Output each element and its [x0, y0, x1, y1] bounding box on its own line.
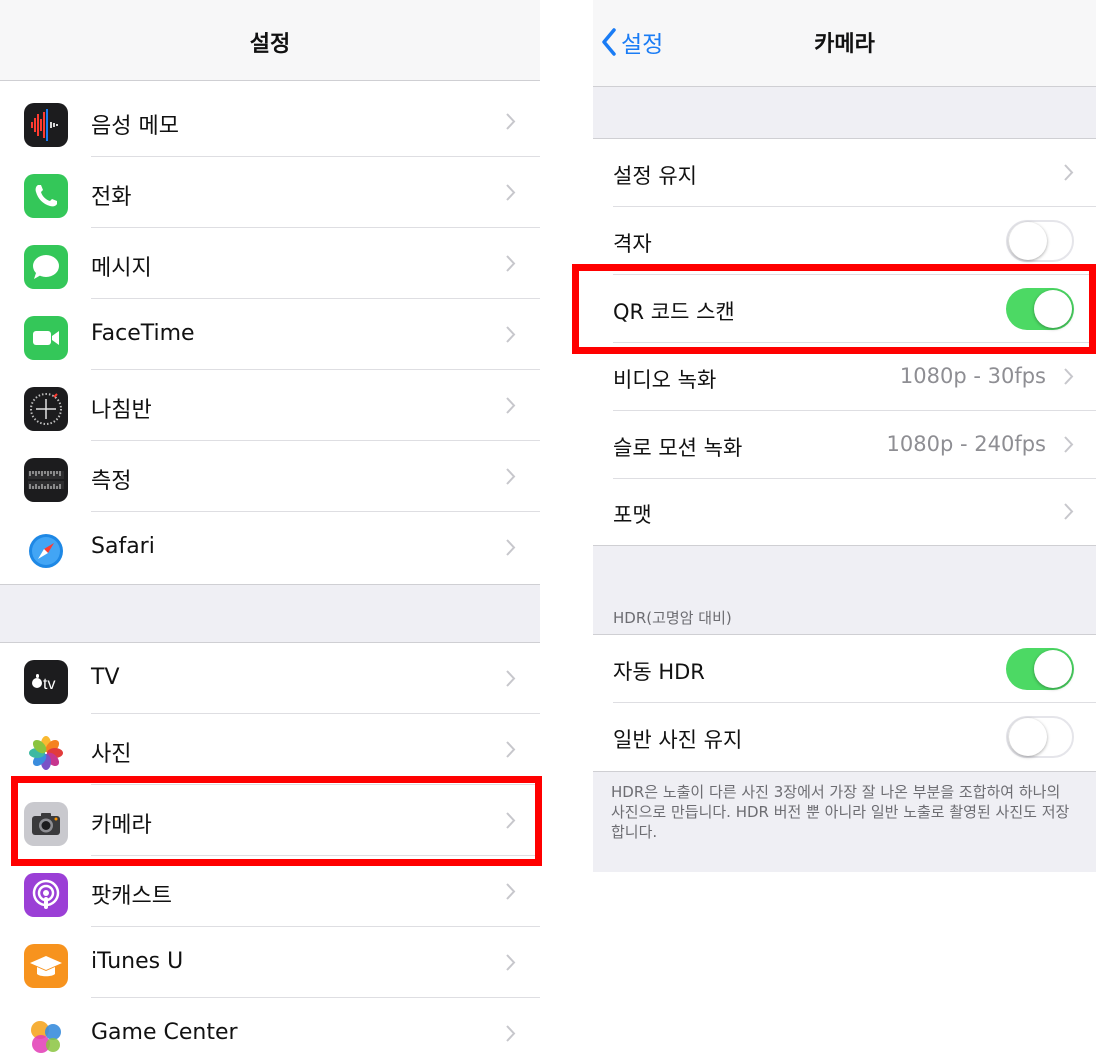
chevron-right-icon [506, 883, 516, 900]
hdr-footnote: HDR은 노출이 다른 사진 3장에서 가장 잘 나온 부분을 조합하여 하나의… [611, 783, 1070, 841]
settings-item-label: 사진 [91, 742, 132, 767]
row-label: 일반 사진 유지 [613, 728, 743, 752]
chevron-right-icon [506, 1025, 516, 1042]
settings-item-messages[interactable]: 메시지 [0, 228, 540, 299]
chevron-right-icon [1064, 368, 1074, 385]
chevron-right-icon [506, 326, 516, 343]
toggle-knob [1009, 718, 1047, 756]
row-formats[interactable]: 포맷 [593, 479, 1096, 545]
compass-icon [24, 387, 68, 431]
hdr-footnote-area: HDR은 노출이 다른 사진 3장에서 가장 잘 나온 부분을 조합하여 하나의… [593, 772, 1096, 872]
facetime-icon [24, 316, 68, 360]
settings-item-itunes-u[interactable]: iTunes U [0, 927, 540, 998]
row-auto-hdr: 자동 HDR [593, 635, 1096, 703]
chevron-right-icon [506, 468, 516, 485]
chevron-right-icon [506, 184, 516, 201]
photos-icon [24, 731, 68, 775]
settings-item-label: 측정 [91, 469, 132, 494]
row-record-slo-mo[interactable]: 슬로 모션 녹화 1080p - 240fps [593, 411, 1096, 479]
settings-item-label: Game Center [91, 1020, 238, 1045]
voice-memos-icon [24, 103, 68, 147]
podcasts-icon [24, 873, 68, 917]
row-keep-normal-photo: 일반 사진 유지 [593, 703, 1096, 771]
chevron-right-icon [1064, 164, 1074, 181]
row-label: 포맷 [613, 503, 652, 527]
game-center-icon [24, 1015, 68, 1056]
messages-icon [24, 245, 68, 289]
settings-item-voice-memos[interactable]: 음성 메모 [0, 86, 540, 157]
tv-icon-text: tv [43, 676, 55, 693]
measure-icon [24, 458, 68, 502]
settings-item-label: 전화 [91, 185, 132, 210]
toggle-knob [1009, 222, 1047, 260]
chevron-right-icon [506, 741, 516, 758]
row-label: 격자 [613, 232, 652, 256]
settings-item-label: FaceTime [91, 321, 195, 346]
hdr-section-header-area: HDR(고명암 대비) [593, 546, 1096, 634]
chevron-right-icon [506, 670, 516, 687]
settings-item-podcasts[interactable]: 팟캐스트 [0, 856, 540, 927]
highlight-camera-row [11, 776, 542, 866]
settings-item-label: Safari [91, 534, 155, 559]
chevron-right-icon [506, 113, 516, 130]
settings-item-label: TV [91, 665, 120, 690]
toggle-knob [1034, 650, 1072, 688]
row-preserve-settings[interactable]: 설정 유지 [593, 139, 1096, 207]
settings-item-label: 음성 메모 [91, 114, 179, 139]
safari-icon [24, 529, 68, 573]
grid-toggle[interactable] [1006, 220, 1074, 262]
auto-hdr-toggle[interactable] [1006, 648, 1074, 690]
row-label: 슬로 모션 녹화 [613, 436, 743, 460]
row-label: 비디오 녹화 [613, 368, 717, 392]
itunes-u-icon [24, 944, 68, 988]
row-label: 설정 유지 [613, 164, 697, 188]
settings-item-phone[interactable]: 전화 [0, 157, 540, 228]
settings-item-facetime[interactable]: FaceTime [0, 299, 540, 370]
page-title: 카메라 [814, 32, 875, 57]
row-value: 1080p - 240fps [886, 432, 1046, 456]
highlight-scan-qr-row [572, 264, 1096, 354]
row-label: 자동 HDR [613, 660, 705, 684]
settings-item-measure[interactable]: 측정 [0, 441, 540, 512]
keep-normal-photo-toggle[interactable] [1006, 716, 1074, 758]
chevron-right-icon [506, 539, 516, 556]
settings-item-label: iTunes U [91, 949, 184, 974]
chevron-right-icon [506, 954, 516, 971]
settings-item-label: 나침반 [91, 398, 152, 423]
camera-nav-bar: 설정 카메라 [593, 0, 1096, 87]
settings-item-safari[interactable]: Safari [0, 512, 540, 583]
chevron-right-icon [506, 397, 516, 414]
chevron-right-icon [506, 255, 516, 272]
settings-item-label: 팟캐스트 [91, 884, 172, 909]
page-title: 설정 [249, 32, 291, 57]
section-spacer [0, 585, 540, 642]
settings-item-label: 메시지 [91, 256, 152, 281]
settings-item-tv[interactable]: tv TV [0, 643, 540, 714]
phone-icon [24, 174, 68, 218]
settings-item-game-center[interactable]: Game Center [0, 998, 540, 1056]
camera-settings-panel: 설정 카메라 설정 유지 격자 QR 코드 스캔 비디오 녹화 1080p - … [593, 0, 1096, 1056]
row-value: 1080p - 30fps [899, 364, 1046, 388]
chevron-right-icon [1064, 436, 1074, 453]
settings-item-photos[interactable]: 사진 [0, 714, 540, 785]
apple-tv-icon: tv [24, 660, 68, 704]
chevron-right-icon [1064, 503, 1074, 520]
section-spacer [593, 87, 1096, 138]
settings-panel: 설정 음성 메모 전화 메시지 FaceTime 나침반 측정 Safari t… [0, 0, 540, 1056]
settings-item-compass[interactable]: 나침반 [0, 370, 540, 441]
section-header-hdr: HDR(고명암 대비) [613, 609, 732, 627]
settings-nav-bar: 설정 [0, 0, 540, 81]
